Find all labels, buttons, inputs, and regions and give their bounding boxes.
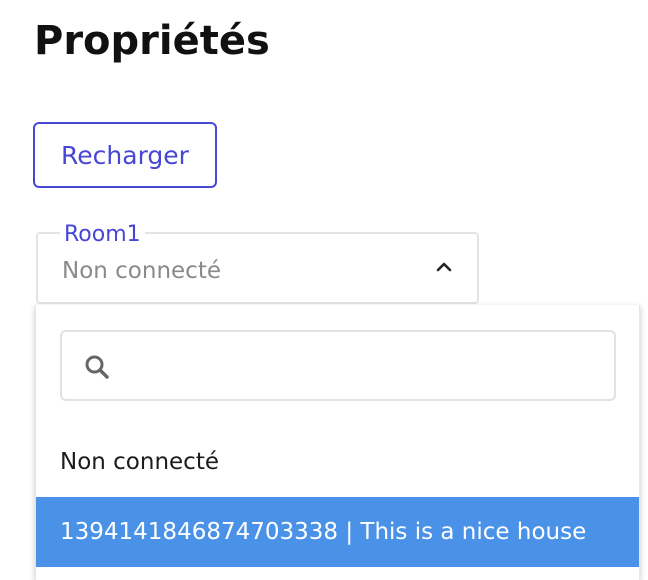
room-select-dropdown: Non connecté 1394141846874703338 | This … [35, 305, 640, 580]
page-title: Propriétés [34, 18, 270, 64]
dropdown-search-input[interactable] [124, 340, 604, 392]
dropdown-option-label: 1394141846874703338 | This is a nice hou… [60, 519, 587, 545]
properties-page: Propriétés Recharger Room1 Non connecté … [0, 0, 648, 580]
dropdown-option-house[interactable]: 1394141846874703338 | This is a nice hou… [36, 497, 639, 567]
chevron-up-icon[interactable] [434, 260, 454, 274]
room-select-label: Room1 [60, 222, 145, 248]
reload-button[interactable]: Recharger [33, 122, 217, 188]
dropdown-option-label: Non connecté [60, 449, 220, 475]
dropdown-search-field[interactable] [60, 330, 616, 401]
room-select-value: Non connecté [62, 258, 222, 284]
dropdown-option-not-connected[interactable]: Non connecté [36, 427, 639, 497]
room-select[interactable]: Room1 Non connecté [36, 222, 479, 304]
search-icon [85, 355, 109, 379]
